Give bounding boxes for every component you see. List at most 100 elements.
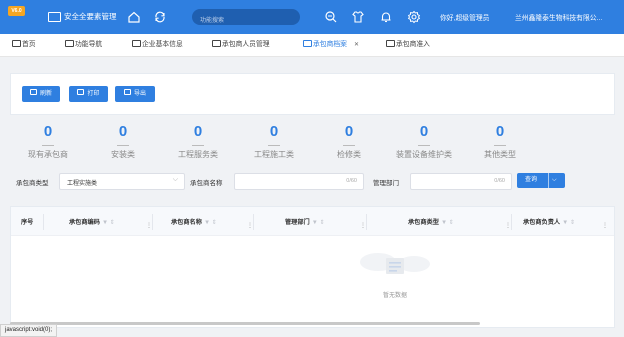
browser-status-bar: javascript:void(0); <box>0 324 58 337</box>
tab-label: 承包商准入 <box>396 41 430 48</box>
tab-contractor-archive[interactable]: 承包商档案 ✕ <box>303 34 359 56</box>
column-divider <box>253 214 254 230</box>
divider <box>117 145 129 146</box>
column-divider <box>152 214 153 230</box>
selected-value: 工程实施类 <box>67 181 98 187</box>
tab-icon <box>386 40 395 47</box>
refresh-icon[interactable] <box>153 10 167 24</box>
divider <box>192 145 204 146</box>
filter-sort-icon[interactable]: ▼ ⇕ <box>312 219 325 226</box>
print-label: 打印 <box>87 91 100 97</box>
char-counter: 0/60 <box>494 178 505 184</box>
tab-contractor-access[interactable]: 承包商准入 <box>386 34 430 56</box>
zoom-icon[interactable] <box>324 10 338 24</box>
stat-label: 工程服务类 <box>178 150 218 159</box>
stat-engineering-construction[interactable]: 0 工程施工类 <box>239 123 309 160</box>
horizontal-scrollbar[interactable] <box>10 322 480 325</box>
tab-function-nav[interactable]: 功能导航 <box>65 34 102 56</box>
user-greeting[interactable]: 你好,超级管理员 <box>440 12 489 22</box>
stat-label: 装置设备维护类 <box>396 150 452 159</box>
divider <box>268 145 280 146</box>
column-menu-icon[interactable]: ⋮ <box>602 222 608 229</box>
print-icon <box>77 89 85 95</box>
contractor-type-label: 承包商类型 <box>16 180 49 187</box>
stat-installation[interactable]: 0 安装类 <box>88 123 158 160</box>
stat-maintenance[interactable]: 0 检修类 <box>314 123 384 160</box>
divider <box>548 173 549 188</box>
tab-bar: 首页 功能导航 企业基本信息 承包商人员管理 承包商档案 ✕ 承包商准入 <box>0 34 624 57</box>
filter-sort-icon[interactable]: ▼ ⇕ <box>441 219 454 226</box>
column-header-manager[interactable]: 承包商负责人 ▼ ⇕ <box>523 217 575 226</box>
column-header-name[interactable]: 承包商名称 ▼ ⇕ <box>171 217 217 226</box>
divider <box>494 145 506 146</box>
stat-label: 检修类 <box>337 150 361 159</box>
stat-value: 0 <box>344 123 354 140</box>
tab-label: 承包商档案 <box>313 41 347 48</box>
tab-label: 企业基本信息 <box>142 41 183 48</box>
stat-label: 安装类 <box>111 150 135 159</box>
tab-contractor-staff[interactable]: 承包商人员管理 <box>212 34 270 56</box>
divider <box>418 145 430 146</box>
contractor-name-label: 承包商名称 <box>190 180 223 187</box>
stat-label: 现有承包商 <box>28 150 68 159</box>
print-button[interactable]: 打印 <box>69 86 108 102</box>
filter-sort-icon[interactable]: ▼ ⇕ <box>102 219 115 226</box>
refresh-icon <box>29 89 37 95</box>
gear-icon[interactable] <box>407 10 421 24</box>
function-search-input[interactable] <box>192 13 295 29</box>
tab-company-info[interactable]: 企业基本信息 <box>132 34 183 56</box>
stat-other[interactable]: 0 其他类型 <box>465 123 535 160</box>
empty-data-icon <box>360 253 430 274</box>
divider <box>42 145 54 146</box>
toolbar-panel: 刷新 打印 导出 <box>10 73 615 115</box>
filter-sort-icon[interactable]: ▼ ⇕ <box>562 219 575 226</box>
filter-sort-icon[interactable]: ▼ ⇕ <box>204 219 217 226</box>
contractor-table: 序号 承包商编码 ▼ ⇕ ⋮ 承包商名称 ▼ ⇕ ⋮ 管理部门 ▼ ⇕ ⋮ 承包商类型… <box>10 206 615 328</box>
column-divider <box>511 214 512 230</box>
app-logo: V6.0 <box>8 6 25 16</box>
system-title[interactable]: 安全全要素管理 <box>64 11 117 22</box>
column-header-dept[interactable]: 管理部门 ▼ ⇕ <box>285 217 325 226</box>
tab-icon <box>65 40 74 47</box>
table-header: 序号 承包商编码 ▼ ⇕ ⋮ 承包商名称 ▼ ⇕ ⋮ 管理部门 ▼ ⇕ ⋮ 承包商类型… <box>11 207 614 236</box>
refresh-button[interactable]: 刷新 <box>22 86 60 102</box>
query-label: 查询 <box>525 177 538 183</box>
chevron-down-icon[interactable]: ⌵ <box>552 173 557 188</box>
tab-label: 功能导航 <box>75 41 103 48</box>
stat-engineering-service[interactable]: 0 工程服务类 <box>163 123 233 160</box>
stat-value: 0 <box>193 123 203 140</box>
query-button[interactable]: 查询 ⌵ <box>517 173 565 188</box>
stat-value: 0 <box>43 123 53 140</box>
function-search[interactable] <box>192 9 300 29</box>
refresh-label: 刷新 <box>39 91 52 97</box>
chevron-down-icon: ⌵ <box>172 176 178 183</box>
stat-current-contractors[interactable]: 0 现有承包商 <box>13 123 83 160</box>
bell-icon[interactable] <box>379 10 393 24</box>
tab-icon <box>303 40 312 47</box>
home-icon[interactable] <box>127 10 141 24</box>
stat-label: 其他类型 <box>484 150 516 159</box>
column-header-type[interactable]: 承包商类型 ▼ ⇕ <box>408 217 454 226</box>
export-button[interactable]: 导出 <box>115 86 155 102</box>
stat-equipment-maintenance[interactable]: 0 装置设备维护类 <box>389 123 459 160</box>
contractor-type-select[interactable]: 工程实施类 ⌵ <box>59 173 185 190</box>
tab-home[interactable]: 首页 <box>12 34 36 56</box>
column-header-code[interactable]: 承包商编码 ▼ ⇕ <box>69 217 115 226</box>
shirt-icon[interactable] <box>351 10 365 24</box>
empty-data-text: 暂无数据 <box>383 293 408 299</box>
char-counter: 0/60 <box>346 178 357 184</box>
tab-icon <box>12 40 21 47</box>
stat-value: 0 <box>118 123 128 140</box>
management-dept-input[interactable]: 0/60 <box>410 173 512 190</box>
column-header-index: 序号 <box>21 219 34 226</box>
company-name[interactable]: 兰州鑫隆泰生物科技有限公... <box>515 12 602 22</box>
contractor-name-input[interactable]: 0/60 <box>234 173 364 190</box>
stat-value: 0 <box>495 123 505 140</box>
management-dept-label: 管理部门 <box>373 180 399 187</box>
close-icon[interactable]: ✕ <box>354 42 359 48</box>
export-label: 导出 <box>133 91 146 97</box>
tab-label: 承包商人员管理 <box>222 41 270 48</box>
tab-icon <box>132 40 141 47</box>
tab-label: 首页 <box>22 41 36 48</box>
monitor-icon <box>48 12 61 22</box>
